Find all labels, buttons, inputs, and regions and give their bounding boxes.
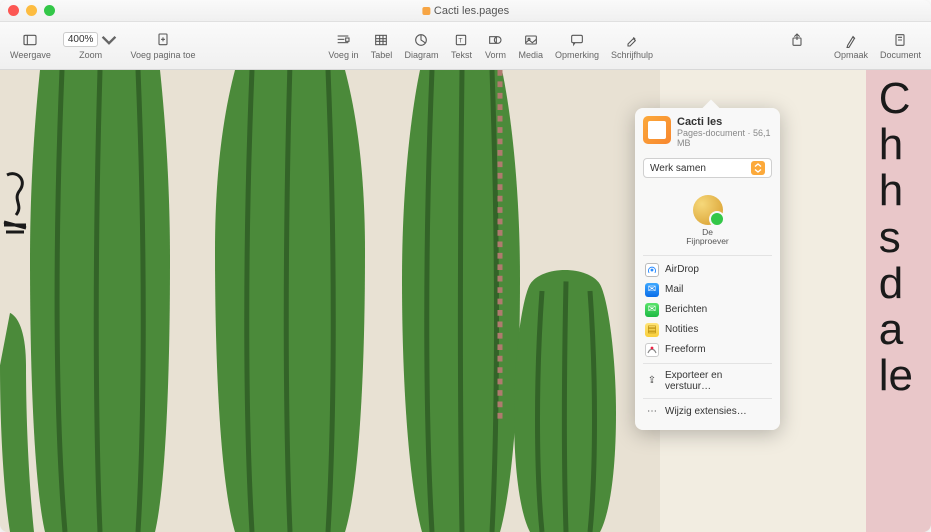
- chart-button[interactable]: Diagram: [398, 30, 444, 62]
- share-export[interactable]: ⇪ Exporteer en verstuur…: [643, 367, 772, 395]
- shape-button[interactable]: Vorm: [478, 30, 512, 62]
- toolbar: Weergave 400% Zoom Voeg pagina toe Voeg …: [0, 22, 931, 70]
- share-doc-name: Cacti les: [677, 116, 772, 128]
- share-header: Cacti les Pages-document · 56,1 MB: [643, 116, 772, 154]
- titlebar: Cacti les.pages: [0, 0, 931, 22]
- text-button[interactable]: T Tekst: [444, 30, 478, 62]
- cactus-illustration: [0, 70, 660, 532]
- close-icon[interactable]: [8, 5, 19, 16]
- pages-doc-icon: [643, 116, 671, 144]
- zoom-control[interactable]: 400% Zoom: [57, 30, 125, 62]
- format-button[interactable]: Opmaak: [828, 30, 874, 62]
- share-notes[interactable]: ▤ Notities: [643, 320, 772, 340]
- view-button[interactable]: Weergave: [4, 30, 57, 62]
- share-mail[interactable]: ✉︎ Mail: [643, 280, 772, 300]
- mail-icon: ✉︎: [645, 283, 659, 297]
- share-menu: AirDrop ✉︎ Mail ✉︎ Berichten ▤ Notities …: [643, 256, 772, 422]
- contact-name: De Fijnproever: [686, 228, 729, 247]
- share-extensions[interactable]: ⋯ Wijzig extensies…: [643, 402, 772, 422]
- extensions-icon: ⋯: [645, 405, 659, 419]
- pages-window: Cacti les.pages Weergave 400% Zoom Voeg …: [0, 0, 931, 532]
- share-contact[interactable]: De Fijnproever: [643, 186, 772, 256]
- window-controls: [8, 5, 55, 16]
- collaborate-dropdown[interactable]: Werk samen: [643, 158, 772, 178]
- document-button[interactable]: Document: [874, 30, 927, 62]
- adjacent-page-text: C h h s d a le: [879, 70, 913, 399]
- airdrop-icon: [645, 263, 659, 277]
- notes-icon: ▤: [645, 323, 659, 337]
- pages-file-icon: [422, 7, 430, 15]
- minimize-icon[interactable]: [26, 5, 37, 16]
- share-popover: Cacti les Pages-document · 56,1 MB Werk …: [635, 108, 780, 430]
- document-canvas[interactable]: C h h s d a le Cacti les Pages-document …: [0, 70, 931, 532]
- filename-label: Cacti les.pages: [434, 5, 509, 17]
- share-messages[interactable]: ✉︎ Berichten: [643, 300, 772, 320]
- add-page-button[interactable]: Voeg pagina toe: [124, 30, 201, 62]
- share-doc-meta: Pages-document · 56,1 MB: [677, 128, 772, 148]
- svg-text:T: T: [459, 37, 463, 44]
- insert-button[interactable]: Voeg in: [322, 30, 364, 62]
- document-title: Cacti les.pages: [422, 5, 509, 17]
- table-button[interactable]: Tabel: [364, 30, 398, 62]
- freeform-icon: [645, 343, 659, 357]
- writing-help-button[interactable]: Schrijfhulp: [605, 30, 659, 62]
- share-freeform[interactable]: Freeform: [643, 340, 772, 360]
- zoom-value: 400%: [63, 32, 99, 47]
- comment-button[interactable]: Opmerking: [549, 30, 605, 62]
- messages-icon: ✉︎: [645, 303, 659, 317]
- chevron-down-icon: [100, 32, 118, 48]
- share-button[interactable]: [780, 30, 814, 62]
- handwriting-annotation: [2, 170, 32, 240]
- chevron-updown-icon: [751, 161, 765, 175]
- zoom-window-icon[interactable]: [44, 5, 55, 16]
- avatar: [693, 195, 723, 225]
- media-button[interactable]: Media: [512, 30, 549, 62]
- share-airdrop[interactable]: AirDrop: [643, 260, 772, 280]
- export-icon: ⇪: [645, 374, 659, 388]
